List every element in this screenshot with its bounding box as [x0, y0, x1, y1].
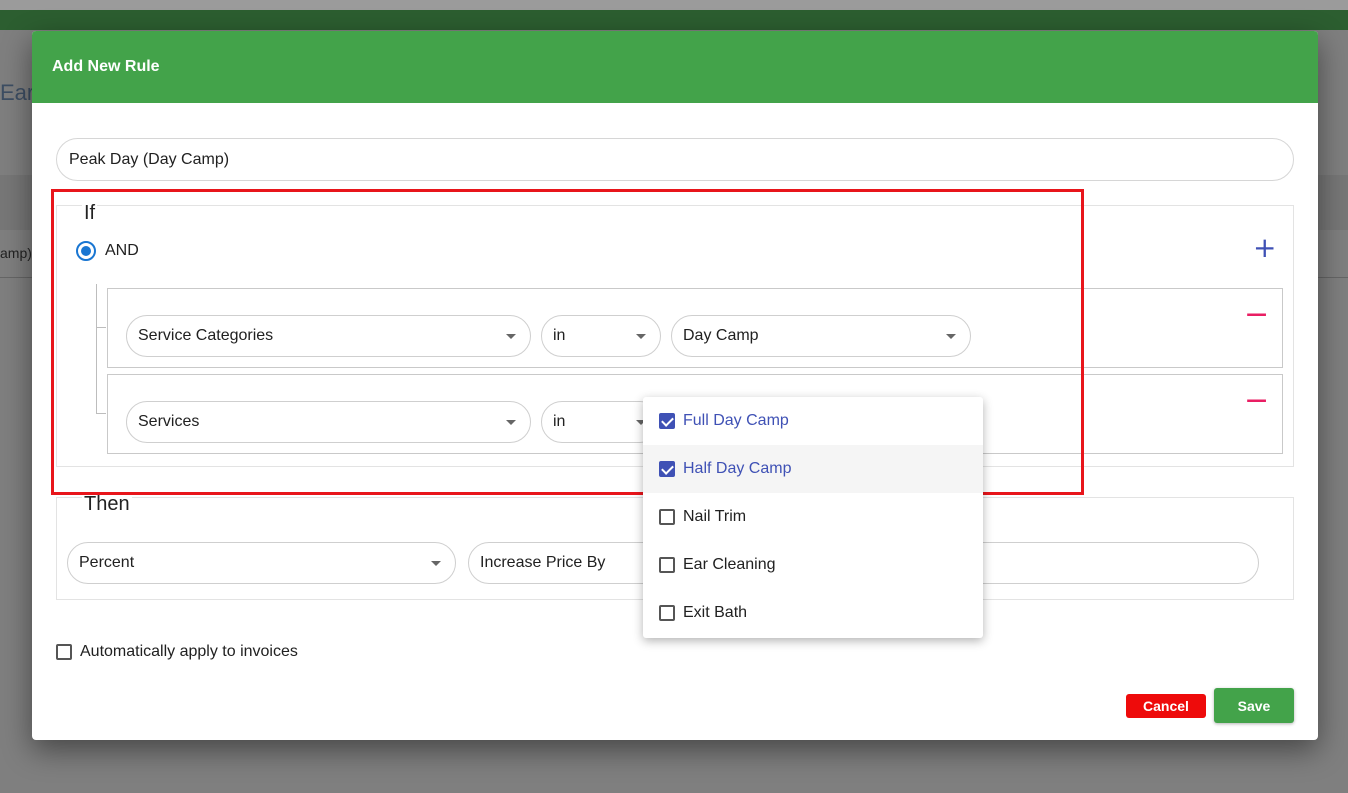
condition-2-operator-value: in	[553, 413, 566, 430]
menu-option-ear-cleaning[interactable]: Ear Cleaning	[643, 541, 983, 589]
chevron-down-icon	[946, 334, 956, 339]
chevron-down-icon	[431, 561, 441, 566]
menu-option-exit-bath[interactable]: Exit Bath	[643, 589, 983, 637]
then-action-value: Increase Price By	[480, 554, 606, 571]
services-dropdown-menu: Full Day Camp Half Day Camp Nail Trim Ea…	[643, 397, 983, 638]
cancel-button[interactable]: Cancel	[1126, 694, 1206, 718]
option-label: Exit Bath	[683, 604, 748, 621]
option-checkbox[interactable]	[659, 509, 675, 525]
condition-1-operator-select[interactable]: in	[541, 315, 661, 357]
then-type-select[interactable]: Percent	[67, 542, 456, 584]
background-row-text: amp)	[0, 245, 32, 261]
chevron-down-icon	[506, 334, 516, 339]
menu-option-nail-trim[interactable]: Nail Trim	[643, 493, 983, 541]
auto-apply-checkbox[interactable]	[56, 644, 72, 660]
condition-2-field-value: Services	[138, 413, 200, 430]
if-legend: If	[82, 202, 98, 225]
menu-option-full-day-camp[interactable]: Full Day Camp	[643, 397, 983, 445]
option-checkbox[interactable]	[659, 557, 675, 573]
option-checkbox[interactable]	[659, 605, 675, 621]
background-app-bar	[0, 10, 1348, 30]
background-page-title: Ear	[0, 80, 35, 105]
auto-apply-label: Automatically apply to invoices	[80, 643, 298, 660]
remove-condition-2-icon[interactable]: −	[1244, 386, 1269, 416]
option-label: Ear Cleaning	[683, 556, 776, 573]
rule-name-input[interactable]	[56, 138, 1294, 181]
condition-2-field-select[interactable]: Services	[126, 401, 531, 443]
option-checkbox[interactable]	[659, 413, 675, 429]
then-type-value: Percent	[79, 554, 135, 571]
chevron-down-icon	[506, 420, 516, 425]
condition-1-field-select[interactable]: Service Categories	[126, 315, 531, 357]
menu-option-half-day-camp[interactable]: Half Day Camp	[643, 445, 983, 493]
option-label: Nail Trim	[683, 508, 747, 525]
remove-condition-1-icon[interactable]: −	[1244, 300, 1269, 330]
condition-1-value-select[interactable]: Day Camp	[671, 315, 971, 357]
chevron-down-icon	[636, 334, 646, 339]
and-radio-label: AND	[105, 242, 139, 259]
option-label: Full Day Camp	[683, 412, 789, 429]
tree-connector-branch	[96, 327, 106, 328]
condition-1-value-text: Day Camp	[683, 327, 759, 344]
tree-connector-vertical	[96, 284, 97, 414]
add-condition-icon[interactable]: +	[1253, 234, 1276, 262]
then-legend: Then	[82, 493, 132, 516]
condition-1-operator-value: in	[553, 327, 566, 344]
dialog-header: Add New Rule	[32, 31, 1318, 103]
option-checkbox[interactable]	[659, 461, 675, 477]
background-top-band	[0, 0, 1348, 10]
dialog-title: Add New Rule	[52, 58, 160, 75]
and-radio-button[interactable]	[76, 241, 96, 261]
save-button[interactable]: Save	[1214, 688, 1294, 723]
condition-1-field-value: Service Categories	[138, 327, 274, 344]
option-label: Half Day Camp	[683, 460, 792, 477]
tree-connector-branch	[96, 413, 106, 414]
